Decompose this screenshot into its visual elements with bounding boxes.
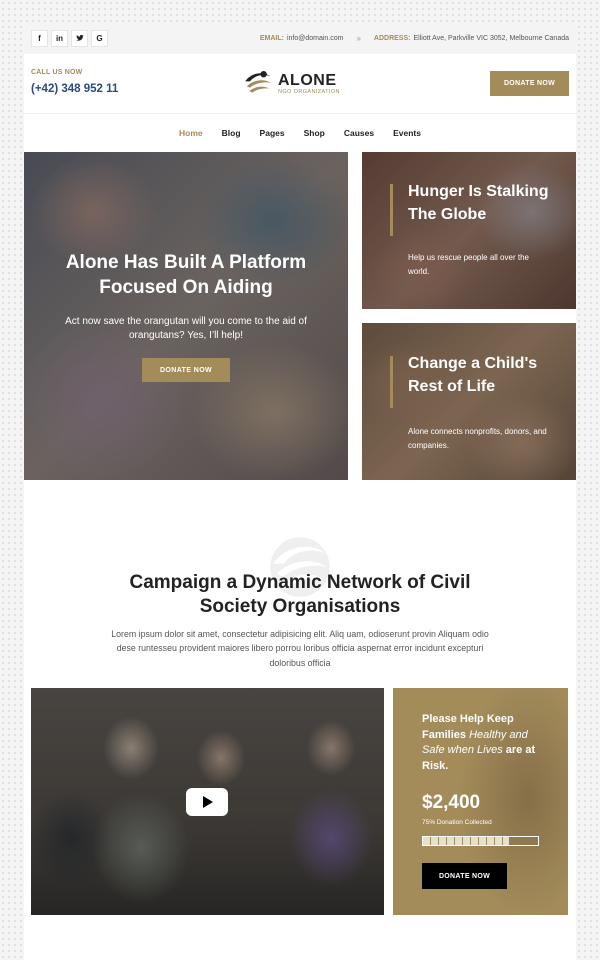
nav-item-pages[interactable]: Pages xyxy=(260,128,285,138)
donation-donate-button[interactable]: DONATE NOW xyxy=(422,863,507,889)
card-accent-bar xyxy=(390,184,393,236)
play-icon[interactable] xyxy=(186,788,228,816)
call-us-label: CALL US NOW xyxy=(31,69,83,76)
main-nav: Home Blog Pages Shop Causes Events xyxy=(24,114,576,152)
contact-separator: » xyxy=(356,33,361,43)
address-text: Elliott Ave, Parkville VIC 3052, Melbour… xyxy=(413,34,569,42)
cause-card-child[interactable]: Change a Child's Rest of Life Alone conn… xyxy=(362,323,576,480)
card-text: Help us rescue people all over the world… xyxy=(408,253,529,276)
donation-progress-fill xyxy=(423,837,510,845)
hero-title: Alone Has Built A Platform Focused On Ai… xyxy=(65,252,307,298)
donation-progress-bar xyxy=(422,836,539,846)
nav-item-home[interactable]: Home xyxy=(179,128,203,138)
page: f in G EMAIL: info@domain.com » ADDRESS:… xyxy=(24,22,576,960)
nav-item-shop[interactable]: Shop xyxy=(304,128,325,138)
hero-subtitle: Act now save the orangutan will you come… xyxy=(65,316,307,341)
twitter-bird-glyph xyxy=(75,34,84,41)
header: CALL US NOW (+42) 348 952 11 ALONE NGO O… xyxy=(24,54,576,114)
campaign-title: Campaign a Dynamic Network of Civil Soci… xyxy=(129,572,471,617)
card-accent-bar xyxy=(390,356,393,408)
card-content: Hunger Is Stalking The Globe Help us res… xyxy=(362,152,576,309)
play-triangle xyxy=(203,796,213,808)
facebook-icon[interactable]: f xyxy=(31,29,48,47)
twitter-icon[interactable] xyxy=(71,29,88,47)
logo[interactable]: ALONE NGO ORGANIZATION xyxy=(242,67,340,99)
google-icon[interactable]: G xyxy=(91,29,108,47)
card-title: Hunger Is Stalking The Globe xyxy=(408,183,549,223)
donation-amount: $2,400 xyxy=(422,792,481,813)
address-label: ADDRESS: xyxy=(373,34,411,42)
card-content: Change a Child's Rest of Life Alone conn… xyxy=(362,323,576,480)
contact-info: EMAIL: info@domain.com » ADDRESS: Elliot… xyxy=(260,34,569,43)
campaign-text: Lorem ipsum dolor sit amet, consectetur … xyxy=(111,629,489,668)
header-donate-button[interactable]: DONATE NOW xyxy=(490,71,569,96)
hero-slide: Alone Has Built A Platform Focused On Ai… xyxy=(24,152,348,480)
top-bar: f in G EMAIL: info@domain.com » ADDRESS:… xyxy=(24,22,576,54)
hero-content: Alone Has Built A Platform Focused On Ai… xyxy=(24,152,348,480)
donation-title: Please Help Keep Families Healthy and Sa… xyxy=(422,712,552,774)
email-label: EMAIL: xyxy=(259,34,284,42)
donation-collected-text: 75% Donation Collected xyxy=(422,819,492,826)
hero-donate-button[interactable]: DONATE NOW xyxy=(142,358,230,382)
logo-tagline: NGO ORGANIZATION xyxy=(278,88,340,95)
social-links: f in G xyxy=(31,29,108,47)
email-link[interactable]: info@domain.com xyxy=(287,35,344,42)
card-text: Alone connects nonprofits, donors, and c… xyxy=(408,427,547,450)
linkedin-icon[interactable]: in xyxy=(51,29,68,47)
phone-number[interactable]: (+42) 348 952 11 xyxy=(31,83,118,95)
donation-box: Please Help Keep Families Healthy and Sa… xyxy=(393,688,568,915)
logo-text: ALONE NGO ORGANIZATION xyxy=(278,72,340,95)
cause-card-hunger[interactable]: Hunger Is Stalking The Globe Help us res… xyxy=(362,152,576,309)
logo-icon xyxy=(243,68,273,98)
card-title: Change a Child's Rest of Life xyxy=(408,355,538,395)
nav-item-causes[interactable]: Causes xyxy=(344,128,374,138)
video-thumbnail[interactable] xyxy=(31,688,384,915)
nav-item-blog[interactable]: Blog xyxy=(222,128,241,138)
nav-item-events[interactable]: Events xyxy=(393,128,421,138)
logo-name: ALONE xyxy=(278,71,337,89)
